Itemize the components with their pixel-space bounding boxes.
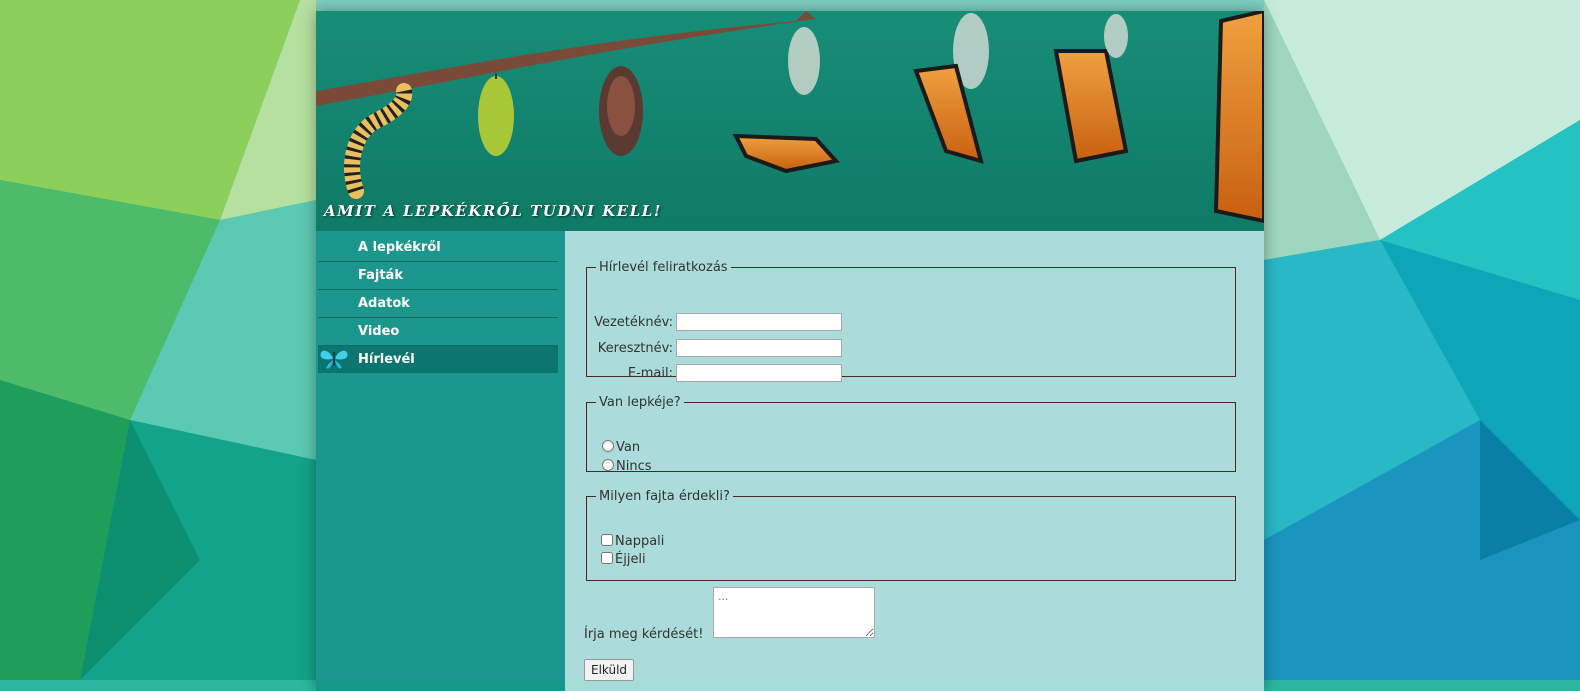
question-label: Írja meg kérdését! (584, 627, 704, 642)
nav-item-data[interactable]: Adatok (318, 290, 558, 318)
nav-item-label: A lepkékről (358, 240, 441, 255)
subscription-fieldset: Hírlevél feliratkozás Vezetéknév: Keresz… (586, 260, 1236, 382)
nav-item-species[interactable]: Fajták (318, 262, 558, 290)
radio-yes[interactable] (602, 440, 614, 452)
has-butterfly-legend: Van lepkéje? (599, 395, 681, 410)
newsletter-form: Hírlevél feliratkozás Vezetéknév: Keresz… (565, 231, 1264, 691)
radio-no[interactable] (602, 459, 614, 471)
submit-button[interactable]: Elküld (584, 659, 635, 681)
sidebar: A lepkékről Fajták Adatok Video Hírlevél (316, 231, 565, 691)
nav-item-label: Hírlevél (358, 352, 415, 367)
nav-item-label: Adatok (358, 296, 410, 311)
email-input[interactable] (676, 364, 842, 382)
interest-legend: Milyen fajta érdekli? (599, 489, 730, 504)
nav-item-about[interactable]: A lepkékről (318, 234, 558, 262)
nav-item-label: Video (358, 324, 400, 339)
last-name-input[interactable] (676, 313, 842, 331)
checkbox-option-day[interactable]: Nappali (601, 534, 664, 549)
nav-item-newsletter[interactable]: Hírlevél (318, 346, 558, 373)
radio-option-no[interactable]: Nincs (602, 459, 652, 474)
nav-item-label: Fajták (358, 268, 403, 283)
question-textarea[interactable] (713, 587, 875, 638)
header-banner: Amit a lepkékről tudni kell! (316, 11, 1264, 231)
checkbox-day[interactable] (601, 534, 613, 546)
last-name-row: Vezetéknév: (587, 313, 887, 331)
first-name-row: Keresztnév: (587, 339, 887, 357)
subscription-legend: Hírlevél feliratkozás (599, 260, 728, 275)
interest-fieldset: Milyen fajta érdekli? Nappali Éjjeli (586, 489, 1236, 581)
email-label: E-mail: (627, 366, 673, 381)
last-name-label: Vezetéknév: (594, 315, 673, 330)
first-name-input[interactable] (676, 339, 842, 357)
checkbox-night-label: Éjjeli (615, 552, 646, 567)
butterfly-icon (319, 349, 349, 370)
email-row: E-mail: (587, 364, 887, 382)
page-container: Amit a lepkékről tudni kell! A lepkékről… (316, 11, 1264, 691)
first-name-label: Keresztnév: (597, 341, 673, 356)
site-title: Amit a lepkékről tudni kell! (324, 202, 662, 220)
radio-yes-label: Van (616, 440, 641, 455)
has-butterfly-fieldset: Van lepkéje? Van Nincs (586, 395, 1236, 474)
radio-no-label: Nincs (616, 459, 652, 474)
checkbox-option-night[interactable]: Éjjeli (601, 552, 646, 567)
radio-option-yes[interactable]: Van (602, 440, 640, 455)
checkbox-night[interactable] (601, 552, 613, 564)
nav-item-video[interactable]: Video (318, 318, 558, 346)
main-nav: A lepkékről Fajták Adatok Video Hírlevél (316, 231, 565, 373)
butterfly-metamorphosis-image (316, 11, 1264, 231)
checkbox-day-label: Nappali (615, 534, 665, 549)
